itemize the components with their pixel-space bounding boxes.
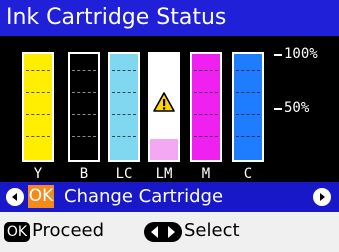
cartridge-label: B: [79, 166, 89, 182]
level-gridline: [194, 114, 218, 115]
level-gridline: [194, 136, 218, 137]
level-gridline: [236, 136, 260, 137]
help-bar: OK Proceed Select: [0, 212, 339, 252]
cartridge-label: C: [243, 166, 253, 182]
level-gridline: [112, 136, 136, 137]
cartridge-label: M: [201, 166, 211, 182]
level-gridline: [112, 70, 136, 71]
cartridge-c: [232, 52, 264, 162]
cartridge-lm: [148, 52, 180, 162]
level-gridline: [194, 92, 218, 93]
level-gridline: [236, 114, 260, 115]
right-arrow-icon[interactable]: [313, 188, 331, 206]
level-gridline: [26, 114, 50, 115]
title-bar: Ink Cartridge Status: [0, 0, 339, 36]
level-gridline: [112, 92, 136, 93]
level-gridline: [194, 70, 218, 71]
warning-triangle-icon: [153, 92, 175, 112]
screen-title: Ink Cartridge Status: [6, 5, 227, 30]
change-cartridge-label[interactable]: Change Cartridge: [64, 186, 223, 208]
cartridge-label: Y: [33, 166, 43, 182]
scale-top-label: 100%: [284, 46, 318, 62]
level-gridline: [72, 114, 96, 115]
select-hint: Select: [184, 220, 240, 241]
scale-mid-tick: [274, 108, 282, 110]
level-gridline: [236, 70, 260, 71]
level-gridline: [72, 70, 96, 71]
ok-button[interactable]: OK: [28, 185, 54, 208]
scale-mid-label: 50%: [284, 100, 310, 116]
cartridge-b: [68, 52, 100, 162]
ink-level-fill: [150, 139, 178, 160]
cartridge-lc: [108, 52, 140, 162]
level-gridline: [26, 136, 50, 137]
level-gridline: [112, 114, 136, 115]
ok-key-icon: OK: [4, 222, 30, 242]
level-gridline: [72, 92, 96, 93]
action-bar[interactable]: OK Change Cartridge: [0, 182, 339, 212]
level-gridline: [236, 92, 260, 93]
cartridge-label: LC: [115, 166, 133, 182]
left-right-dpad-icon: [144, 222, 182, 242]
level-gridline: [72, 136, 96, 137]
level-gridline: [26, 70, 50, 71]
scale-top-tick: [274, 54, 282, 56]
level-gridline: [26, 92, 50, 93]
cartridge-m: [190, 52, 222, 162]
cartridge-label: LM: [155, 166, 173, 182]
cartridge-y: [22, 52, 54, 162]
proceed-hint: Proceed: [32, 220, 105, 241]
left-arrow-icon[interactable]: [6, 188, 24, 206]
